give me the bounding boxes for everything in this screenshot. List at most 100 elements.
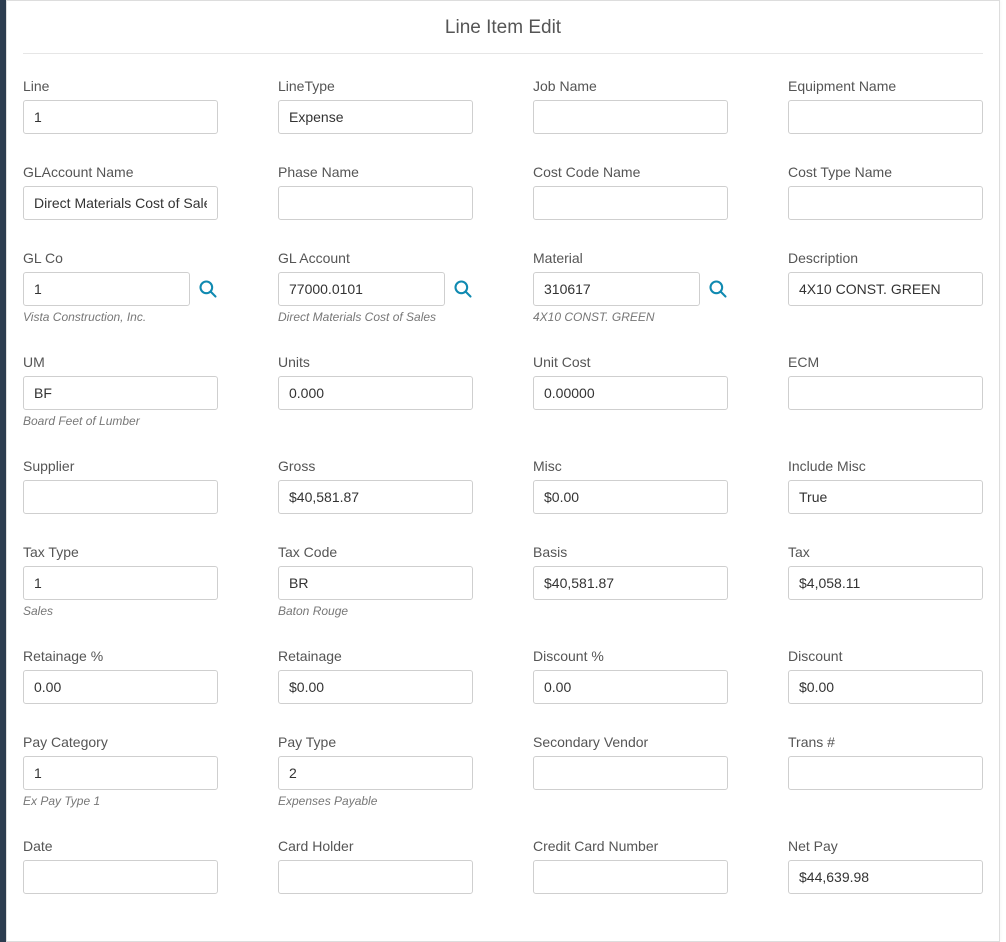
- input-ecm[interactable]: [788, 376, 983, 410]
- field-secondary-vendor: Secondary Vendor: [533, 734, 728, 808]
- label-gross: Gross: [278, 458, 473, 474]
- field-trans-no: Trans #: [788, 734, 983, 808]
- label-gl-account-name: GLAccount Name: [23, 164, 218, 180]
- label-pay-category: Pay Category: [23, 734, 218, 750]
- field-line: Line: [23, 78, 218, 134]
- label-tax-type: Tax Type: [23, 544, 218, 560]
- field-misc: Misc: [533, 458, 728, 514]
- line-item-edit-modal: Line Item Edit Line LineType Job Name Eq…: [6, 0, 1000, 942]
- input-date[interactable]: [23, 860, 218, 894]
- input-basis[interactable]: [533, 566, 728, 600]
- label-units: Units: [278, 354, 473, 370]
- label-cost-type-name: Cost Type Name: [788, 164, 983, 180]
- field-units: Units: [278, 354, 473, 428]
- label-gl-account: GL Account: [278, 250, 473, 266]
- field-job-name: Job Name: [533, 78, 728, 134]
- input-supplier[interactable]: [23, 480, 218, 514]
- label-supplier: Supplier: [23, 458, 218, 474]
- form-grid: Line LineType Job Name Equipment Name GL…: [23, 78, 983, 894]
- label-equipment-name: Equipment Name: [788, 78, 983, 94]
- lookup-gl-account-button[interactable]: [453, 279, 473, 299]
- field-pay-category: Pay Category Ex Pay Type 1: [23, 734, 218, 808]
- label-date: Date: [23, 838, 218, 854]
- field-discount: Discount: [788, 648, 983, 704]
- field-gl-account: GL Account Direct Materials Cost of Sale…: [278, 250, 473, 324]
- field-cost-type-name: Cost Type Name: [788, 164, 983, 220]
- field-card-holder: Card Holder: [278, 838, 473, 894]
- input-material[interactable]: [533, 272, 700, 306]
- label-tax-code: Tax Code: [278, 544, 473, 560]
- input-gross[interactable]: [278, 480, 473, 514]
- input-line-type[interactable]: [278, 100, 473, 134]
- input-cost-code-name[interactable]: [533, 186, 728, 220]
- label-description: Description: [788, 250, 983, 266]
- input-tax-code[interactable]: [278, 566, 473, 600]
- input-gl-co[interactable]: [23, 272, 190, 306]
- input-units[interactable]: [278, 376, 473, 410]
- field-um: UM Board Feet of Lumber: [23, 354, 218, 428]
- input-retainage[interactable]: [278, 670, 473, 704]
- label-material: Material: [533, 250, 728, 266]
- input-gl-account[interactable]: [278, 272, 445, 306]
- input-credit-card-number[interactable]: [533, 860, 728, 894]
- input-line[interactable]: [23, 100, 218, 134]
- field-retainage: Retainage: [278, 648, 473, 704]
- lookup-material-button[interactable]: [708, 279, 728, 299]
- search-icon: [453, 279, 473, 299]
- search-icon: [198, 279, 218, 299]
- input-description[interactable]: [788, 272, 983, 306]
- label-tax: Tax: [788, 544, 983, 560]
- helper-um: Board Feet of Lumber: [23, 414, 218, 428]
- input-secondary-vendor[interactable]: [533, 756, 728, 790]
- label-unit-cost: Unit Cost: [533, 354, 728, 370]
- field-unit-cost: Unit Cost: [533, 354, 728, 428]
- input-phase-name[interactable]: [278, 186, 473, 220]
- label-discount-pct: Discount %: [533, 648, 728, 664]
- header-divider: [23, 53, 983, 54]
- field-gl-co: GL Co Vista Construction, Inc.: [23, 250, 218, 324]
- field-credit-card-number: Credit Card Number: [533, 838, 728, 894]
- helper-gl-co: Vista Construction, Inc.: [23, 310, 218, 324]
- input-gl-account-name[interactable]: [23, 186, 218, 220]
- field-equipment-name: Equipment Name: [788, 78, 983, 134]
- field-net-pay: Net Pay: [788, 838, 983, 894]
- input-net-pay[interactable]: [788, 860, 983, 894]
- field-supplier: Supplier: [23, 458, 218, 514]
- input-retainage-pct[interactable]: [23, 670, 218, 704]
- label-secondary-vendor: Secondary Vendor: [533, 734, 728, 750]
- input-job-name[interactable]: [533, 100, 728, 134]
- label-discount: Discount: [788, 648, 983, 664]
- field-include-misc: Include Misc: [788, 458, 983, 514]
- field-tax-type: Tax Type Sales: [23, 544, 218, 618]
- input-tax-type[interactable]: [23, 566, 218, 600]
- field-date: Date: [23, 838, 218, 894]
- input-tax[interactable]: [788, 566, 983, 600]
- input-card-holder[interactable]: [278, 860, 473, 894]
- input-trans-no[interactable]: [788, 756, 983, 790]
- label-retainage: Retainage: [278, 648, 473, 664]
- helper-pay-category: Ex Pay Type 1: [23, 794, 218, 808]
- field-ecm: ECM: [788, 354, 983, 428]
- input-pay-type[interactable]: [278, 756, 473, 790]
- field-gross: Gross: [278, 458, 473, 514]
- input-discount[interactable]: [788, 670, 983, 704]
- lookup-gl-co-button[interactable]: [198, 279, 218, 299]
- label-trans-no: Trans #: [788, 734, 983, 750]
- input-equipment-name[interactable]: [788, 100, 983, 134]
- field-pay-type: Pay Type Expenses Payable: [278, 734, 473, 808]
- helper-tax-type: Sales: [23, 604, 218, 618]
- input-cost-type-name[interactable]: [788, 186, 983, 220]
- label-include-misc: Include Misc: [788, 458, 983, 474]
- input-discount-pct[interactable]: [533, 670, 728, 704]
- label-net-pay: Net Pay: [788, 838, 983, 854]
- field-tax-code: Tax Code Baton Rouge: [278, 544, 473, 618]
- input-um[interactable]: [23, 376, 218, 410]
- input-pay-category[interactable]: [23, 756, 218, 790]
- input-include-misc[interactable]: [788, 480, 983, 514]
- input-misc[interactable]: [533, 480, 728, 514]
- field-cost-code-name: Cost Code Name: [533, 164, 728, 220]
- field-basis: Basis: [533, 544, 728, 618]
- label-cost-code-name: Cost Code Name: [533, 164, 728, 180]
- input-unit-cost[interactable]: [533, 376, 728, 410]
- label-phase-name: Phase Name: [278, 164, 473, 180]
